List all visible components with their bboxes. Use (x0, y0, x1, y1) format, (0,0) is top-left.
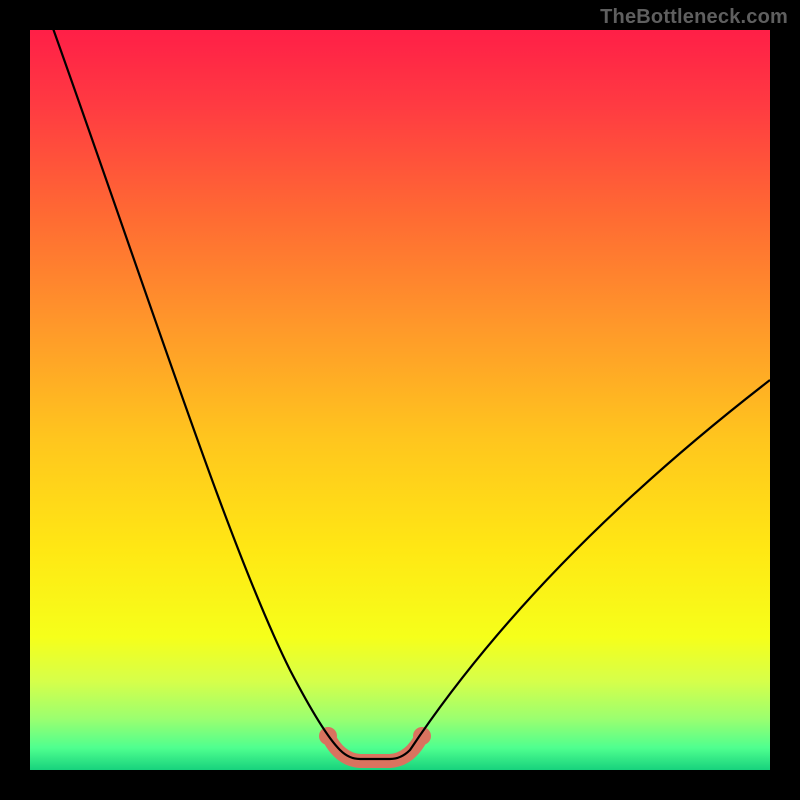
chart-frame: TheBottleneck.com (0, 0, 800, 800)
highlight-marker (328, 736, 422, 761)
bottleneck-curve (50, 30, 770, 759)
chart-overlay (30, 30, 770, 770)
plot-area (30, 30, 770, 770)
watermark-text: TheBottleneck.com (600, 6, 788, 29)
